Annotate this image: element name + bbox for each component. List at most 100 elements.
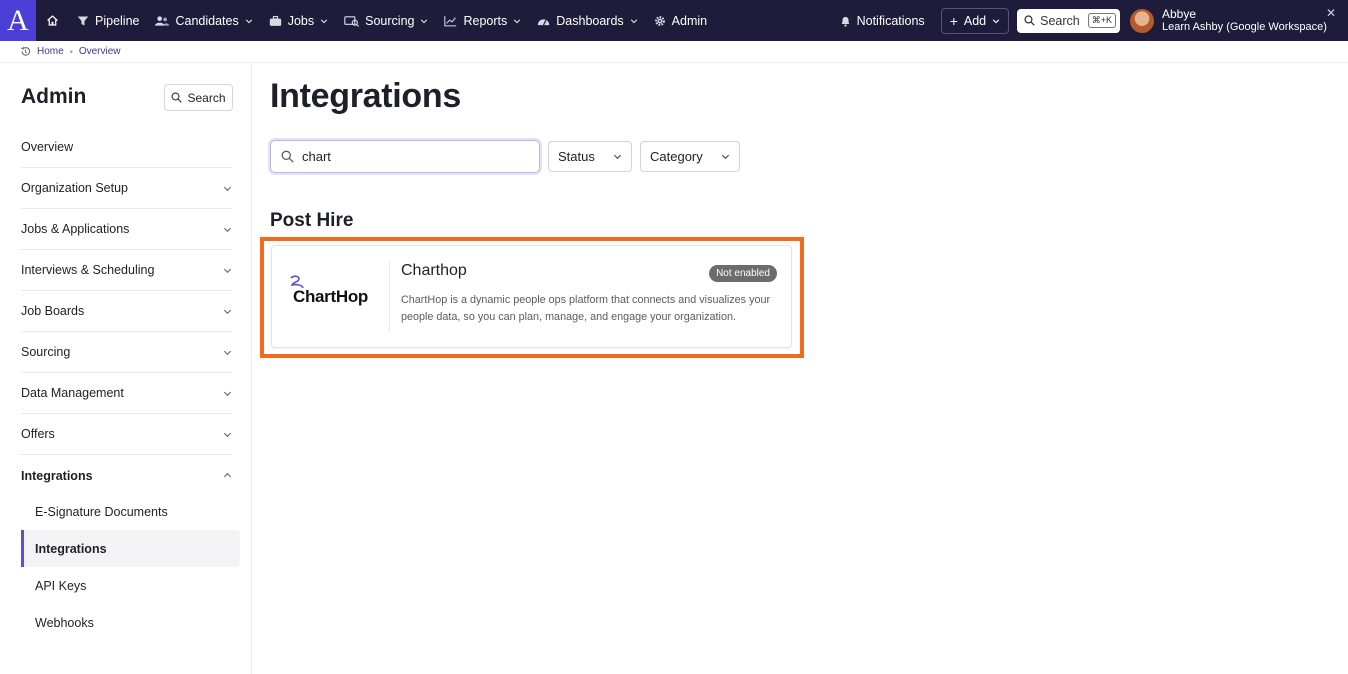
global-search-button[interactable]: Search ⌘+K (1017, 8, 1120, 33)
sourcing-icon (344, 15, 360, 27)
sidebar-item-label: Integrations (21, 468, 93, 483)
charthop-logo-text: ChartHop (292, 287, 369, 306)
charthop-logo-wordmark: ChartHop (290, 275, 369, 307)
status-filter-select[interactable]: Status (548, 141, 632, 172)
chevron-up-icon (223, 472, 232, 478)
sidebar-item-interviews-scheduling[interactable]: Interviews & Scheduling (21, 250, 232, 291)
sidebar-item-job-boards[interactable]: Job Boards (21, 291, 232, 332)
sidebar-item-label: Job Boards (21, 304, 85, 318)
logo-letter: A (7, 3, 29, 37)
sidebar-item-label: Overview (21, 140, 74, 154)
chevron-down-icon (223, 350, 232, 355)
add-label: Add (963, 13, 987, 28)
user-org: Learn Ashby (Google Workspace) (1162, 21, 1327, 34)
sidebar-subitem-label: API Keys (35, 578, 87, 593)
sidebar-subitem-label: E-Signature Documents (35, 504, 168, 519)
nav-candidates-label: Candidates (175, 13, 239, 28)
sidebar-subitem-integrations[interactable]: Integrations (21, 530, 240, 567)
nav-sourcing-label: Sourcing (365, 13, 415, 28)
sidebar-item-label: Sourcing (21, 345, 71, 359)
nav-reports[interactable]: Reports (436, 0, 529, 41)
nav-dashboards-label: Dashboards (556, 13, 624, 28)
chevron-down-icon (421, 18, 428, 23)
gear-icon (654, 15, 665, 26)
nav-sourcing[interactable]: Sourcing (336, 0, 436, 41)
plus-icon: + (949, 12, 958, 29)
sidebar-item-jobs-applications[interactable]: Jobs & Applications (21, 209, 232, 250)
nav-reports-label: Reports (463, 13, 508, 28)
breadcrumb-overview[interactable]: Overview (79, 46, 121, 57)
add-button[interactable]: + Add (940, 7, 1010, 34)
chevron-down-icon (223, 391, 232, 396)
user-menu[interactable]: Abbye Learn Ashby (Google Workspace) ✕ (1130, 6, 1348, 34)
sidebar-item-overview[interactable]: Overview (21, 127, 232, 168)
sidebar-title: Admin (21, 85, 87, 108)
search-icon (281, 150, 294, 163)
nav-candidates[interactable]: Candidates (147, 0, 260, 41)
sidebar-item-label: Offers (21, 427, 55, 441)
notifications-label: Notifications (856, 13, 925, 28)
sidebar-subitem-label: Webhooks (35, 615, 94, 630)
breadcrumb-home[interactable]: Home (37, 46, 64, 57)
chevron-down-icon (721, 154, 730, 160)
user-name: Abbye (1162, 6, 1197, 21)
integration-card-charthop[interactable]: ChartHop Charthop Not enabled ChartHop i… (271, 245, 792, 348)
bell-icon (841, 16, 849, 27)
top-nav: A Pipeline Candidates Jobs Sourcing Repo… (0, 0, 1348, 41)
notifications-button[interactable]: Notifications (832, 0, 933, 41)
admin-sidebar: Admin Search Overview Organization Setup… (0, 63, 252, 674)
chevron-down-icon (223, 268, 232, 273)
sidebar-item-label: Interviews & Scheduling (21, 263, 155, 277)
section-title-post-hire: Post Hire (270, 210, 354, 231)
chevron-down-icon (613, 154, 622, 160)
status-filter-label: Status (558, 149, 595, 164)
chevron-down-icon (223, 227, 232, 232)
sidebar-item-offers[interactable]: Offers (21, 414, 232, 455)
sidebar-item-label: Jobs & Applications (21, 222, 130, 236)
sidebar-search-button[interactable]: Search (164, 84, 233, 111)
sidebar-subitem-label: Integrations (35, 541, 107, 556)
sidebar-subitem-esignature-documents[interactable]: E-Signature Documents (21, 493, 240, 530)
chevron-down-icon (223, 432, 232, 437)
nav-jobs-label: Jobs (287, 13, 315, 28)
sidebar-item-label: Data Management (21, 386, 124, 400)
sidebar-list: Overview Organization Setup Jobs & Appli… (21, 127, 232, 496)
chevron-down-icon (320, 18, 328, 23)
charthop-mark-icon (290, 275, 304, 289)
integration-description: ChartHop is a dynamic people ops platfor… (401, 294, 771, 323)
sidebar-item-organization-setup[interactable]: Organization Setup (21, 168, 232, 209)
nav-jobs[interactable]: Jobs (261, 0, 336, 41)
briefcase-icon (269, 15, 281, 26)
main-content: Integrations Status Category Post Hire C… (252, 63, 1348, 674)
integrations-search-field[interactable] (270, 140, 540, 173)
chevron-down-icon (223, 309, 232, 314)
sidebar-subitem-api-keys[interactable]: API Keys (21, 567, 240, 604)
ashby-logo[interactable]: A (0, 0, 36, 41)
nav-admin[interactable]: Admin (646, 0, 715, 41)
sidebar-item-integrations[interactable]: Integrations (21, 455, 232, 496)
home-icon (47, 15, 58, 26)
keyboard-shortcut-badge: ⌘+K (1087, 13, 1116, 28)
history-icon[interactable] (20, 46, 31, 57)
sidebar-item-data-management[interactable]: Data Management (21, 373, 232, 414)
chart-line-icon (444, 15, 457, 26)
people-icon (155, 15, 170, 26)
sidebar-item-label: Organization Setup (21, 181, 129, 195)
filter-icon (77, 16, 89, 25)
page-title: Integrations (270, 77, 461, 115)
close-icon[interactable]: ✕ (1326, 6, 1336, 20)
breadcrumb-separator: • (69, 46, 73, 57)
category-filter-select[interactable]: Category (640, 141, 740, 172)
sidebar-item-sourcing[interactable]: Sourcing (21, 332, 232, 373)
category-filter-label: Category (650, 149, 703, 164)
sidebar-submenu-integrations: E-Signature Documents Integrations API K… (21, 493, 240, 641)
integration-name: Charthop (401, 262, 467, 279)
integrations-search-input[interactable] (302, 149, 522, 164)
search-icon (171, 92, 183, 103)
nav-dashboards[interactable]: Dashboards (529, 0, 645, 41)
sidebar-subitem-webhooks[interactable]: Webhooks (21, 604, 240, 641)
user-info: Abbye Learn Ashby (Google Workspace) (1162, 6, 1327, 34)
nav-pipeline[interactable]: Pipeline (69, 0, 147, 41)
breadcrumb: Home • Overview (0, 41, 1348, 63)
home-button[interactable] (36, 0, 69, 41)
